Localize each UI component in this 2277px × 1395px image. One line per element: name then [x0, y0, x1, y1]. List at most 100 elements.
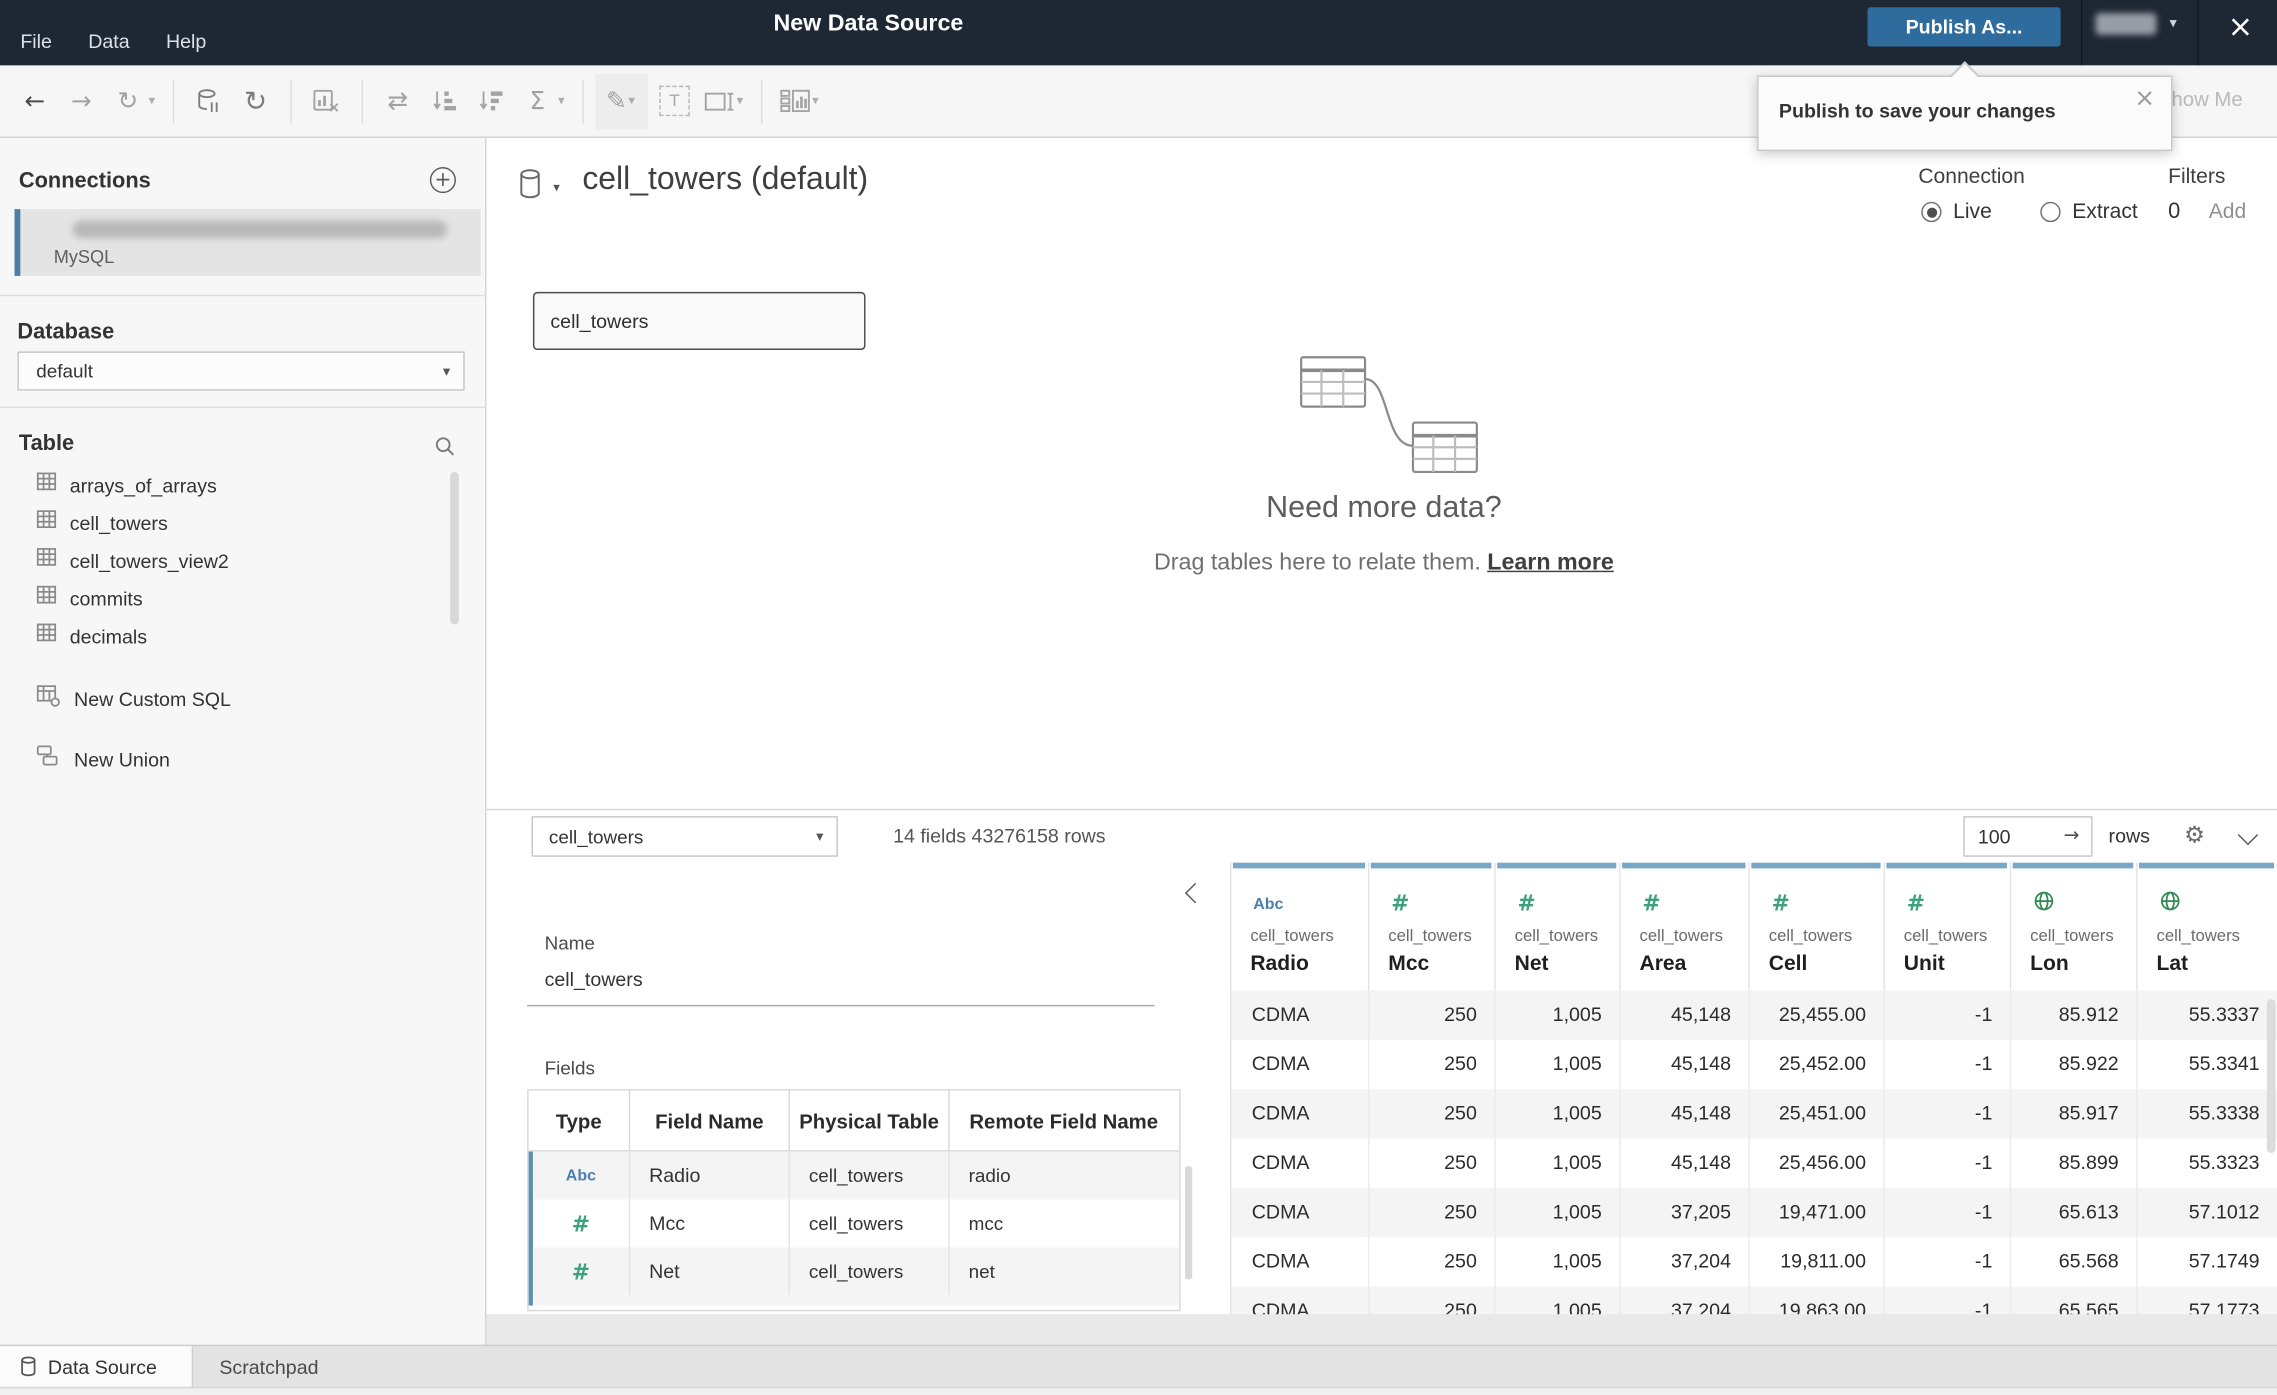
- field-row-radio[interactable]: Abc Radio cell_towers radio: [532, 1151, 1180, 1200]
- search-icon[interactable]: [434, 436, 456, 465]
- collapse-metadata-chevron-icon[interactable]: [1184, 882, 1206, 904]
- database-select[interactable]: default ▾: [17, 351, 465, 391]
- data-preview-grid: Abc cell_towers Radio # cell_towers Mcc # cell_…: [1229, 862, 2277, 1345]
- fields-column-header-type[interactable]: Type: [529, 1090, 631, 1152]
- table-icon: [36, 510, 57, 536]
- field-name-cell: Mcc: [630, 1199, 790, 1248]
- refresh-data-source-icon[interactable]: ↻: [232, 76, 278, 125]
- connection-item[interactable]: MySQL: [14, 209, 481, 276]
- totals-caret-icon[interactable]: ▾: [552, 94, 571, 109]
- datasource-title[interactable]: cell_towers (default): [582, 160, 868, 198]
- datasource-caret-icon[interactable]: ▾: [553, 182, 560, 197]
- filters-add-button[interactable]: Add: [2209, 200, 2246, 223]
- menu-help[interactable]: Help: [166, 30, 206, 52]
- field-name-cell: Radio: [630, 1151, 790, 1200]
- column-header-mcc[interactable]: # cell_towers Mcc: [1369, 862, 1496, 991]
- table-item-cell-towers-view2[interactable]: cell_towers_view2: [0, 542, 436, 580]
- fields-column-header-remote-field-name[interactable]: Remote Field Name: [950, 1091, 1178, 1152]
- cards-caret-icon[interactable]: ▾: [806, 94, 825, 109]
- table-chip-cell-towers[interactable]: cell_towers: [532, 291, 866, 350]
- field-row-net[interactable]: # Net cell_towers net: [532, 1247, 1180, 1296]
- column-header-lat[interactable]: cell_towers Lat: [2137, 862, 2277, 991]
- datasource-name-input[interactable]: cell_towers: [527, 956, 1155, 1007]
- grid-cell: 1,005: [1496, 1187, 1621, 1238]
- grid-cell: 45,148: [1621, 1138, 1750, 1188]
- publish-as-button[interactable]: Publish As...: [1867, 7, 2061, 47]
- column-header-unit[interactable]: # cell_towers Unit: [1884, 862, 2012, 991]
- user-account-menu[interactable]: ▾: [2095, 13, 2177, 35]
- column-header-area[interactable]: # cell_towers Area: [1620, 862, 1750, 991]
- empty-state-text: Drag tables here to relate them.: [1154, 550, 1481, 576]
- learn-more-link[interactable]: Learn more: [1487, 550, 1614, 575]
- swap-rows-columns-icon[interactable]: ⇄: [375, 76, 421, 125]
- filters-count: 0: [2168, 198, 2181, 224]
- column-name-label: Lon: [2030, 952, 2069, 976]
- grid-cell: 57.1012: [2138, 1188, 2277, 1237]
- fields-column-header-field-name[interactable]: Field Name: [630, 1090, 790, 1152]
- toolbar-divider: [172, 79, 175, 123]
- column-name-label: Radio: [1250, 952, 1309, 976]
- rows-label: rows: [2108, 824, 2150, 847]
- undo-back-arrow-icon[interactable]: ←: [12, 76, 58, 125]
- column-header-net[interactable]: # cell_towers Net: [1495, 862, 1621, 991]
- fit-caret-icon[interactable]: ▾: [730, 94, 749, 109]
- grid-cell: 1,005: [1496, 1237, 1621, 1287]
- fields-column-header-physical-table[interactable]: Physical Table: [790, 1090, 950, 1152]
- physical-table-cell: cell_towers: [790, 1199, 950, 1248]
- table-icon: [36, 547, 57, 573]
- table-item-decimals[interactable]: decimals: [0, 617, 436, 655]
- text-label-icon[interactable]: T: [659, 85, 690, 117]
- fields-table: Type Field Name Physical Table Remote Field…: [527, 1089, 1181, 1312]
- redo-forward-arrow-icon[interactable]: →: [58, 76, 104, 125]
- highlight-pen-icon[interactable]: ✎ ▾: [595, 73, 648, 129]
- menu-file[interactable]: File: [20, 30, 52, 52]
- toolbar-divider: [361, 79, 364, 123]
- table-item-arrays-of-arrays[interactable]: arrays_of_arrays: [0, 466, 436, 504]
- row-count-input[interactable]: 100 →: [1963, 816, 2093, 857]
- sidebar-scrollbar-thumb[interactable]: [450, 471, 459, 625]
- field-row-partial: [532, 1295, 1180, 1306]
- field-row-mcc[interactable]: # Mcc cell_towers mcc: [533, 1199, 1179, 1248]
- tab-data-source[interactable]: Data Source: [0, 1346, 194, 1387]
- replay-caret-icon[interactable]: ▾: [142, 94, 161, 109]
- grid-settings-gear-icon[interactable]: ⚙: [2184, 820, 2205, 848]
- tooltip-close-icon[interactable]: ×: [2134, 84, 2155, 113]
- geo-type-icon: [2159, 891, 2181, 918]
- tab-scratchpad[interactable]: Scratchpad: [193, 1346, 344, 1387]
- fields-scrollbar-thumb[interactable]: [1184, 1166, 1193, 1280]
- field-row-summary: 14 fields 43276158 rows: [893, 824, 1106, 847]
- panel-bottom-gutter: [486, 1314, 2277, 1345]
- column-name-label: Mcc: [1388, 952, 1430, 976]
- menu-data[interactable]: Data: [88, 30, 129, 52]
- name-label: Name: [544, 932, 595, 955]
- connection-extract-radio[interactable]: Extract: [2040, 200, 2138, 224]
- grid-cell: 85.899: [2011, 1138, 2138, 1188]
- add-connection-icon[interactable]: +: [429, 166, 456, 194]
- new-data-source-icon[interactable]: [186, 76, 232, 125]
- column-header-radio[interactable]: Abc cell_towers Radio: [1231, 862, 1370, 991]
- table-selector[interactable]: cell_towers ▾: [531, 816, 838, 857]
- union-icon: [36, 745, 61, 774]
- publish-tooltip: Publish to save your changes ×: [1757, 60, 2173, 152]
- table-item-commits[interactable]: commits: [0, 579, 436, 617]
- connection-live-radio[interactable]: Live: [1921, 200, 1992, 224]
- grid-row: CDMA 250 1,005 37,204 19,811.00 -1 65.568 57.17…: [1231, 1237, 2277, 1287]
- pause-auto-updates-icon[interactable]: [304, 76, 350, 125]
- grid-vertical-scrollbar-thumb[interactable]: [2266, 999, 2276, 1154]
- apply-rows-arrow-icon[interactable]: →: [2064, 825, 2080, 847]
- new-union-button[interactable]: New Union: [0, 741, 170, 779]
- sort-descending-icon[interactable]: [468, 76, 514, 125]
- physical-table-cell: cell_towers: [790, 1151, 950, 1200]
- table-item-cell-towers[interactable]: cell_towers: [0, 504, 436, 542]
- new-custom-sql-button[interactable]: New Custom SQL: [0, 680, 231, 718]
- grid-cell: 250: [1369, 990, 1496, 1040]
- column-table-label: cell_towers: [1903, 927, 1988, 946]
- grid-cell: 85.922: [2011, 1039, 2138, 1090]
- column-header-lon[interactable]: cell_towers Lon: [2011, 862, 2138, 991]
- string-type-icon: Abc: [565, 1166, 596, 1185]
- fields-table-body: Abc Radio cell_towers radio # Mcc cell_towers m…: [528, 1151, 1180, 1306]
- sort-ascending-icon[interactable]: [421, 76, 467, 125]
- column-header-cell[interactable]: # cell_towers Cell: [1749, 862, 1885, 991]
- collapse-panel-chevron-icon[interactable]: [2237, 824, 2259, 846]
- window-close-icon[interactable]: ×: [2228, 9, 2254, 44]
